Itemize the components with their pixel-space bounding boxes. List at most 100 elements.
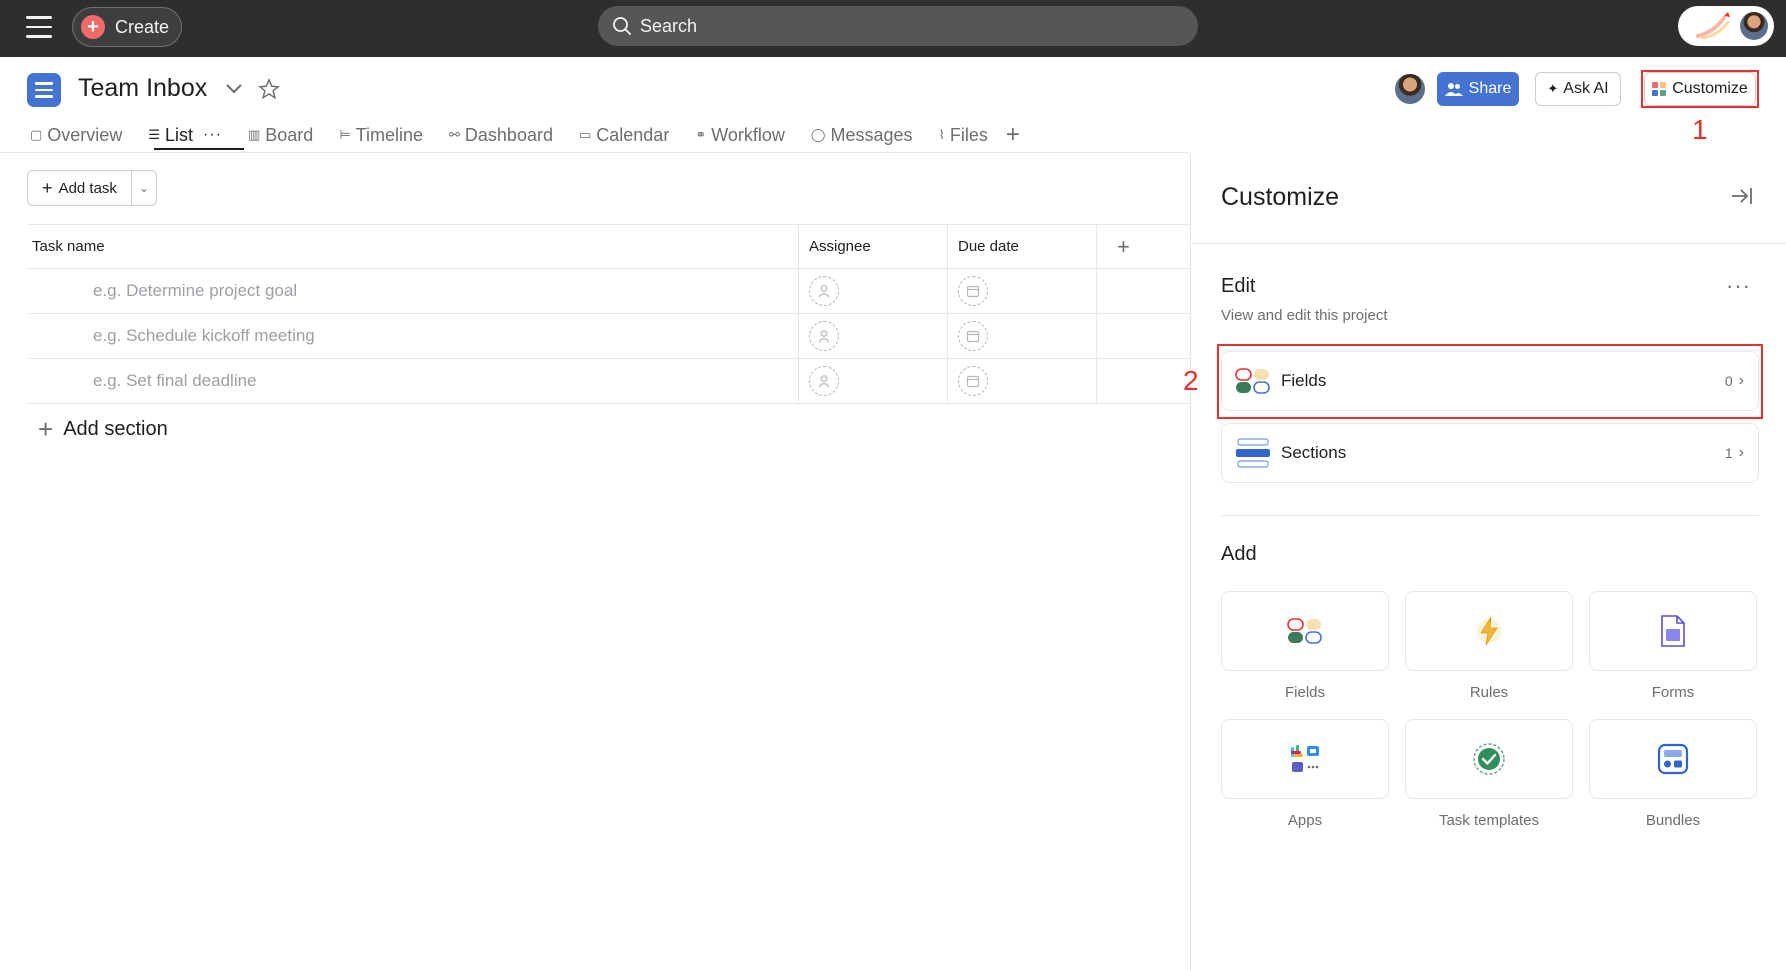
table-row: e.g. Determine project goal xyxy=(27,269,1190,314)
add-column-icon[interactable]: + xyxy=(1096,225,1190,268)
sparkle-icon: ✦ xyxy=(1547,81,1559,96)
column-header-assignee[interactable]: Assignee xyxy=(798,225,947,268)
fields-icon xyxy=(1287,618,1322,644)
assignee-avatar-placeholder-icon[interactable] xyxy=(809,276,839,306)
tile-label: Apps xyxy=(1287,812,1323,829)
add-apps-tile[interactable]: Apps xyxy=(1221,719,1389,829)
sections-label: Sections xyxy=(1281,443,1347,462)
star-icon[interactable] xyxy=(258,78,280,100)
hamburger-menu-icon[interactable] xyxy=(26,16,52,38)
panel-title: Customize xyxy=(1221,183,1340,211)
bundle-icon xyxy=(1657,743,1689,775)
task-grid: Task name Assignee Due date + e.g. Deter… xyxy=(27,224,1190,404)
more-options-icon[interactable]: ··· xyxy=(1726,273,1751,299)
create-button[interactable]: + Create xyxy=(72,7,182,47)
add-bundles-tile[interactable]: Bundles xyxy=(1589,719,1757,829)
form-icon xyxy=(1661,615,1685,647)
tab-timeline[interactable]: ⊨ Timeline xyxy=(339,120,423,150)
tile-label: Forms xyxy=(1651,684,1695,701)
tab-files[interactable]: ⌇ Files xyxy=(939,120,988,150)
lightning-icon xyxy=(1477,616,1501,646)
project-title[interactable]: Team Inbox xyxy=(78,74,207,103)
account-switcher[interactable] xyxy=(1678,6,1774,46)
add-task-button[interactable]: + Add task ⌄ xyxy=(27,170,157,206)
add-fields-tile[interactable]: Fields xyxy=(1221,591,1389,701)
add-forms-tile[interactable]: Forms xyxy=(1589,591,1757,701)
create-label: Create xyxy=(115,16,170,37)
due-date-calendar-icon[interactable] xyxy=(958,276,988,306)
ask-ai-label: Ask AI xyxy=(1563,80,1609,97)
view-tabs: ▢ Overview ☰ List ··· ▥ Board ⊨ Timeline ⚯ Das… xyxy=(30,120,1046,150)
tab-overview[interactable]: ▢ Overview xyxy=(30,120,122,150)
task-placeholder[interactable]: e.g. Set final deadline xyxy=(93,371,257,391)
callout-number-1: 1 xyxy=(1692,114,1708,145)
table-row: e.g. Schedule kickoff meeting xyxy=(27,314,1190,359)
panel-divider xyxy=(1191,243,1786,244)
list-icon: ☰ xyxy=(148,127,160,142)
sections-row[interactable]: Sections 1 › xyxy=(1221,423,1759,483)
messages-icon: ◯ xyxy=(810,127,826,142)
fields-label: Fields xyxy=(1281,371,1327,390)
tile-label: Rules xyxy=(1469,684,1509,701)
tab-board[interactable]: ▥ Board xyxy=(248,120,313,150)
customize-icon xyxy=(1652,82,1667,96)
workspace-logo-icon xyxy=(1696,12,1730,40)
calendar-icon: ▭ xyxy=(578,127,592,142)
assignee-avatar-placeholder-icon[interactable] xyxy=(809,366,839,396)
fields-row[interactable]: Fields 0 › xyxy=(1221,351,1759,411)
workflow-icon: ⚭ xyxy=(695,127,707,142)
ask-ai-button[interactable]: ✦ Ask AI xyxy=(1535,72,1621,106)
search-input[interactable]: Search xyxy=(598,6,1198,46)
plus-icon: + xyxy=(38,414,54,444)
add-rules-tile[interactable]: Rules xyxy=(1405,591,1573,701)
customize-panel: Customize Edit View and edit this projec… xyxy=(1183,153,1786,970)
task-placeholder[interactable]: e.g. Determine project goal xyxy=(93,281,297,301)
task-placeholder[interactable]: e.g. Schedule kickoff meeting xyxy=(93,326,315,346)
tab-messages[interactable]: ◯ Messages xyxy=(811,120,913,150)
tab-more-icon[interactable]: ··· xyxy=(203,126,222,144)
tab-list[interactable]: ☰ List ··· xyxy=(148,120,222,150)
due-date-calendar-icon[interactable] xyxy=(958,366,988,396)
chevron-right-icon: › xyxy=(1738,372,1744,389)
chevron-down-icon[interactable] xyxy=(225,82,243,96)
tile-label: Bundles xyxy=(1645,812,1701,829)
people-icon xyxy=(1444,83,1463,96)
add-tab-button[interactable]: + xyxy=(1006,120,1020,150)
fields-icon xyxy=(1235,368,1270,394)
add-section-button[interactable]: + Add section xyxy=(38,414,168,445)
tab-workflow[interactable]: ⚭ Workflow xyxy=(695,120,785,150)
files-icon: ⌇ xyxy=(938,127,945,142)
panel-divider xyxy=(1221,515,1759,516)
board-icon: ▥ xyxy=(247,127,261,142)
user-avatar xyxy=(1740,12,1768,40)
plus-icon: + xyxy=(1005,121,1020,148)
member-avatar[interactable] xyxy=(1395,74,1425,104)
share-button[interactable]: Share xyxy=(1437,72,1519,106)
collapse-panel-icon[interactable] xyxy=(1729,183,1755,209)
tile-label: Task templates xyxy=(1438,812,1540,829)
add-task-templates-tile[interactable]: Task templates xyxy=(1405,719,1573,829)
search-icon xyxy=(613,17,631,35)
column-header-task-name[interactable]: Task name xyxy=(32,225,798,268)
customize-label: Customize xyxy=(1672,80,1748,97)
add-task-dropdown-icon[interactable]: ⌄ xyxy=(132,171,156,205)
due-date-calendar-icon[interactable] xyxy=(958,321,988,351)
chevron-right-icon: › xyxy=(1738,444,1744,461)
share-label: Share xyxy=(1468,80,1512,97)
search-placeholder: Search xyxy=(640,15,698,36)
edit-section-subtitle: View and edit this project xyxy=(1221,307,1388,324)
customize-button[interactable]: Customize xyxy=(1644,72,1756,106)
project-icon[interactable] xyxy=(27,73,61,107)
assignee-avatar-placeholder-icon[interactable] xyxy=(809,321,839,351)
add-task-main[interactable]: + Add task xyxy=(28,171,132,205)
timeline-icon: ⊨ xyxy=(339,127,351,142)
tab-dashboard[interactable]: ⚯ Dashboard xyxy=(449,120,553,150)
sections-count: 1 xyxy=(1724,445,1733,461)
grid-header: Task name Assignee Due date + xyxy=(27,224,1190,269)
table-row: e.g. Set final deadline xyxy=(27,359,1190,404)
column-header-due-date[interactable]: Due date xyxy=(947,225,1096,268)
active-tab-indicator xyxy=(154,148,244,150)
tabs-divider xyxy=(0,152,1190,153)
add-section-title: Add xyxy=(1221,543,1257,565)
tab-calendar[interactable]: ▭ Calendar xyxy=(579,120,669,150)
